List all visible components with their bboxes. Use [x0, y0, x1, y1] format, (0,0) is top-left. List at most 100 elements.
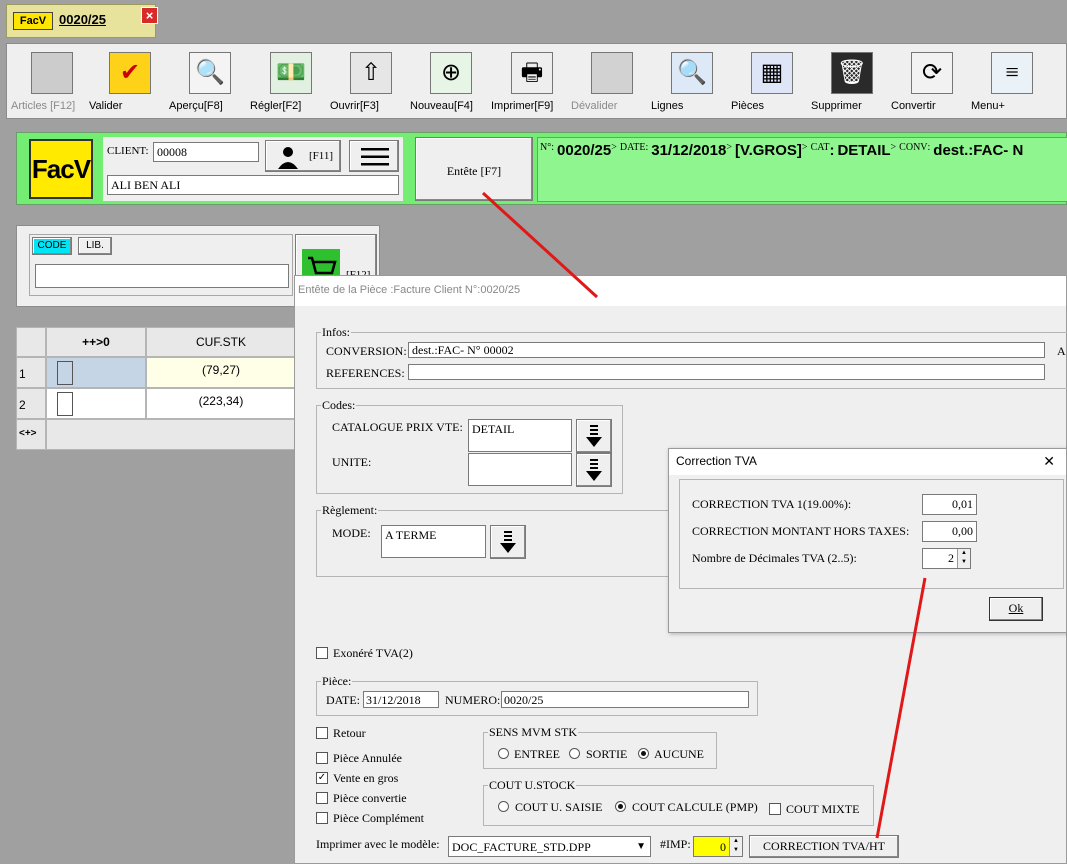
- lines-grid: ++>0 CUF.STK 1 (79,27) 2 (223,34) <+>: [16, 327, 296, 450]
- correction-tva1-field[interactable]: 0,01: [922, 494, 977, 515]
- mode-picker-button[interactable]: [490, 525, 526, 559]
- imprimer-modele-label: Imprimer avec le modèle:: [316, 837, 440, 851]
- supprimer-button[interactable]: 🗑 Supprimer: [811, 52, 893, 112]
- imp-stepper[interactable]: 0 ▲ ▼: [693, 836, 743, 857]
- devalider-button[interactable]: Dévalider: [571, 52, 653, 112]
- up-arrow-icon: ⇧: [350, 52, 392, 94]
- search-input[interactable]: [35, 264, 289, 288]
- numero-field[interactable]: 0020/25: [501, 691, 749, 708]
- unite-field[interactable]: [468, 453, 572, 486]
- client-code-input[interactable]: 00008: [153, 142, 259, 162]
- blank-icon: [591, 52, 633, 94]
- piece-legend: Pièce:: [322, 674, 352, 688]
- unite-picker-button[interactable]: [576, 453, 612, 487]
- document-header: FacV CLIENT: 00008 [F11] ALI BEN ALI Ent…: [16, 132, 1067, 205]
- entete-button[interactable]: Entête [F7]: [415, 137, 533, 201]
- mode-field[interactable]: A TERME: [381, 525, 486, 558]
- down-arrow-icon: [586, 425, 602, 447]
- convertir-button[interactable]: ⟳ Convertir: [891, 52, 973, 112]
- client-menu-button[interactable]: [349, 140, 399, 172]
- cout-calcule-radio[interactable]: [615, 801, 626, 812]
- money-icon: 💵: [270, 52, 312, 94]
- row-checkbox[interactable]: [57, 392, 73, 416]
- cout-mixte-checkbox[interactable]: [769, 803, 781, 815]
- articles-button[interactable]: Articles [F12]: [11, 52, 93, 112]
- modele-value: DOC_FACTURE_STD.DPP: [452, 840, 591, 854]
- valider-button[interactable]: ✔ Valider: [89, 52, 171, 112]
- dialog-title: Entête de la Pièce :Facture Client N°:00…: [295, 276, 1066, 306]
- code-tab[interactable]: CODE: [32, 237, 72, 255]
- cout-mixte-label: COUT MIXTE: [786, 802, 860, 816]
- imprimer-button[interactable]: 🖶 Imprimer[F9]: [491, 52, 573, 112]
- ouvrir-button[interactable]: ⇧ Ouvrir[F3]: [330, 52, 412, 112]
- grid-nav-button[interactable]: <+>: [16, 419, 46, 450]
- regler-button[interactable]: 💵 Régler[F2]: [250, 52, 332, 112]
- sens-entree-radio[interactable]: [498, 748, 509, 759]
- client-label: CLIENT:: [107, 145, 149, 157]
- references-field[interactable]: [408, 364, 1045, 380]
- vente-en-gros-checkbox[interactable]: ✓: [316, 772, 328, 784]
- conv-key: CONV: [899, 142, 928, 153]
- pieces-icon: ▦: [751, 52, 793, 94]
- correction-tva-dialog: Correction TVA ✕ CORRECTION TVA 1(19.00%…: [668, 448, 1067, 633]
- menu-button[interactable]: ≡ Menu+: [971, 52, 1053, 112]
- piece-convertie-checkbox[interactable]: [316, 792, 328, 804]
- close-icon[interactable]: ×: [141, 7, 158, 24]
- correction-tva-ht-button[interactable]: CORRECTION TVA/HT: [749, 835, 899, 858]
- conversion-field[interactable]: dest.:FAC- N° 00002: [408, 342, 1045, 358]
- retour-checkbox[interactable]: [316, 727, 328, 739]
- table-row-check-cell[interactable]: [46, 388, 146, 419]
- reglement-legend: Règlement:: [322, 503, 378, 517]
- decimales-label: Nombre de Décimales TVA (2..5):: [692, 551, 857, 565]
- close-icon[interactable]: ✕: [1043, 453, 1055, 470]
- catalogue-label: CATALOGUE PRIX VTE:: [332, 420, 463, 434]
- decimales-value: 2: [948, 551, 954, 565]
- client-name-field[interactable]: ALI BEN ALI: [107, 175, 399, 195]
- sens-aucune-radio[interactable]: [638, 748, 649, 759]
- cat-value: DETAIL: [837, 142, 891, 159]
- col-header-b[interactable]: ++>0: [46, 327, 146, 357]
- gros-value: [V.GROS]: [734, 142, 802, 159]
- piece-date-field[interactable]: 31/12/2018: [363, 691, 439, 708]
- date-value: 31/12/2018: [651, 142, 727, 159]
- table-row-check-cell[interactable]: [46, 357, 146, 388]
- lib-tab[interactable]: LIB.: [78, 237, 112, 255]
- exonere-checkbox[interactable]: [316, 647, 328, 659]
- row-number: 1: [16, 357, 46, 388]
- articles-label: Articles [F12]: [11, 100, 76, 112]
- document-tab-title[interactable]: 0020/25: [59, 12, 106, 27]
- document-tab[interactable]: FacV 0020/25 ×: [6, 4, 158, 38]
- mode-label: MODE:: [332, 526, 371, 540]
- checkmark-icon: ✔: [109, 52, 151, 94]
- lignes-button[interactable]: 🔍 Lignes: [651, 52, 733, 112]
- stepper-arrows-icon[interactable]: ▲ ▼: [729, 837, 742, 856]
- nouveau-label: Nouveau[F4]: [410, 100, 473, 112]
- decimales-stepper[interactable]: 2 ▲ ▼: [922, 548, 971, 569]
- piece-annulee-checkbox[interactable]: [316, 752, 328, 764]
- stepper-arrows-icon[interactable]: ▲ ▼: [957, 549, 970, 568]
- nouveau-button[interactable]: ⊕ Nouveau[F4]: [410, 52, 492, 112]
- catalogue-field[interactable]: DETAIL: [468, 419, 572, 452]
- col-header-cufstk[interactable]: CUF.STK: [146, 327, 296, 357]
- cat-key: CAT: [810, 142, 830, 153]
- infos-legend: Infos:: [322, 325, 350, 339]
- piece-date-label: DATE:: [326, 693, 360, 707]
- correction-ht-field[interactable]: 0,00: [922, 521, 977, 542]
- piece-complement-checkbox[interactable]: [316, 812, 328, 824]
- search-lines-icon: 🔍: [671, 52, 713, 94]
- catalogue-picker-button[interactable]: [576, 419, 612, 453]
- apercu-button[interactable]: 🔍 Aperçu[F8]: [169, 52, 251, 112]
- pieces-button[interactable]: ▦ Pièces: [731, 52, 813, 112]
- lignes-label: Lignes: [651, 100, 684, 112]
- sens-sortie-radio[interactable]: [569, 748, 580, 759]
- row-number: 2: [16, 388, 46, 419]
- cout-saisie-radio[interactable]: [498, 801, 509, 812]
- chevron-down-icon[interactable]: ▼: [636, 841, 646, 852]
- imprimer-label: Imprimer[F9]: [491, 100, 554, 112]
- supprimer-label: Supprimer: [811, 100, 862, 112]
- modele-select[interactable]: DOC_FACTURE_STD.DPP ▼: [448, 836, 651, 857]
- sens-entree-label: ENTREE: [514, 747, 560, 761]
- row-checkbox[interactable]: [57, 361, 73, 385]
- client-search-button[interactable]: [F11]: [265, 140, 341, 172]
- ok-button[interactable]: Ok: [989, 597, 1043, 621]
